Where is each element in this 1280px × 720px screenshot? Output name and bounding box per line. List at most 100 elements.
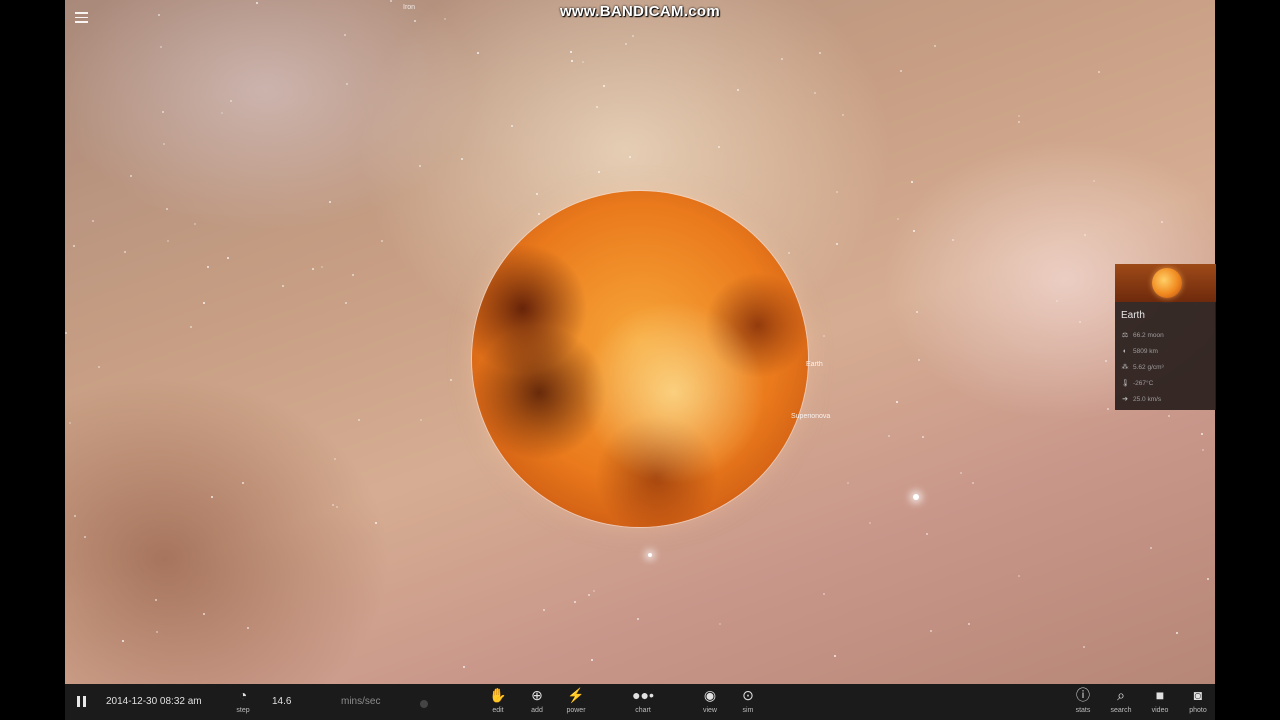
star bbox=[637, 618, 639, 620]
star bbox=[823, 593, 825, 595]
speed-units: mins/sec bbox=[341, 696, 381, 707]
chart-icon: ●●• bbox=[632, 687, 654, 703]
sim-icon: ⊙ bbox=[742, 687, 754, 703]
view-button[interactable]: ◉ view bbox=[697, 684, 723, 714]
star bbox=[65, 332, 67, 334]
star bbox=[596, 106, 598, 108]
star bbox=[73, 245, 75, 247]
orbit-label-earth[interactable]: Earth bbox=[806, 361, 823, 368]
add-button[interactable]: ⊕ add bbox=[524, 684, 550, 714]
add-label: add bbox=[531, 707, 543, 714]
star bbox=[74, 515, 76, 517]
sim-button[interactable]: ⊙ sim bbox=[735, 684, 761, 714]
star bbox=[918, 359, 920, 361]
star bbox=[847, 482, 849, 484]
star bbox=[571, 60, 573, 62]
star bbox=[1079, 321, 1081, 323]
star bbox=[632, 35, 634, 37]
planet-earth[interactable] bbox=[472, 191, 808, 527]
search-label: search bbox=[1110, 707, 1132, 714]
object-stat-row: ⁂ 5.62 g/cm³ bbox=[1121, 359, 1216, 375]
planet-thumbnail-icon bbox=[1152, 268, 1182, 298]
star bbox=[155, 599, 157, 601]
edit-button[interactable]: ✋ edit bbox=[485, 684, 511, 714]
star bbox=[344, 34, 346, 36]
object-stat-row: 🌡 -267°C bbox=[1121, 375, 1216, 391]
video-camera-icon: ■ bbox=[1155, 687, 1165, 703]
star bbox=[414, 20, 416, 22]
star bbox=[463, 666, 465, 668]
temperature-icon: 🌡 bbox=[1121, 380, 1130, 387]
hand-icon: ✋ bbox=[489, 687, 507, 703]
object-stat-value: -267°C bbox=[1133, 379, 1154, 387]
simulation-viewport[interactable]: Iron www.BANDICAM.com Earth Superionova bbox=[65, 0, 1215, 684]
power-icon: ⚡ bbox=[567, 687, 585, 703]
star bbox=[1207, 578, 1209, 580]
speed-slider[interactable] bbox=[420, 700, 428, 708]
pause-button[interactable] bbox=[77, 696, 87, 707]
star bbox=[419, 165, 421, 167]
star bbox=[130, 175, 132, 177]
star bbox=[346, 83, 348, 85]
star bbox=[329, 201, 331, 203]
star bbox=[1098, 71, 1100, 73]
video-button[interactable]: ■ video bbox=[1147, 684, 1173, 714]
object-thumbnail[interactable] bbox=[1115, 264, 1216, 302]
star bbox=[930, 630, 932, 632]
star bbox=[916, 311, 918, 313]
star bbox=[737, 89, 739, 91]
star bbox=[836, 243, 838, 245]
object-name: Earth bbox=[1121, 310, 1145, 321]
star bbox=[603, 85, 605, 87]
power-button[interactable]: ⚡ power bbox=[562, 684, 590, 714]
star bbox=[968, 623, 970, 625]
star bbox=[593, 590, 595, 592]
star bbox=[598, 171, 600, 173]
photo-button[interactable]: ◙ photo bbox=[1185, 684, 1211, 714]
star bbox=[1176, 632, 1178, 634]
star bbox=[536, 193, 538, 195]
star bbox=[98, 366, 100, 368]
star bbox=[869, 522, 871, 524]
chart-button[interactable]: ●●• chart bbox=[629, 684, 657, 714]
star bbox=[1201, 433, 1203, 435]
star bbox=[1084, 234, 1086, 236]
stats-button[interactable]: ⓘ stats bbox=[1070, 684, 1096, 714]
star bbox=[358, 419, 360, 421]
star bbox=[911, 181, 913, 183]
star bbox=[345, 302, 347, 304]
star bbox=[167, 240, 169, 242]
star bbox=[913, 230, 915, 232]
bright-star bbox=[913, 494, 919, 500]
star bbox=[334, 458, 336, 460]
stats-label: stats bbox=[1075, 707, 1091, 714]
star bbox=[629, 156, 631, 158]
star bbox=[1107, 408, 1109, 410]
star bbox=[582, 61, 584, 63]
velocity-icon: ➔ bbox=[1122, 396, 1128, 403]
step-button[interactable]: ◔ step bbox=[231, 684, 255, 714]
object-stat-value: 5.62 g/cm³ bbox=[1133, 363, 1164, 371]
search-button[interactable]: ⌕ search bbox=[1107, 684, 1135, 714]
sim-date: 2014-12-30 08:32 am bbox=[106, 696, 202, 707]
view-label: view bbox=[702, 707, 717, 714]
radius-icon: ◐ bbox=[1122, 347, 1128, 355]
star bbox=[461, 158, 463, 160]
star bbox=[69, 422, 71, 424]
star bbox=[814, 92, 816, 94]
camera-icon: ◙ bbox=[1193, 687, 1203, 703]
object-stat-value: 5809 km bbox=[1133, 347, 1158, 355]
object-stats: ⚖ 66.2 moon ◐ 5809 km ⁂ 5.62 g/cm³ 🌡 -267°C ➔ 25.… bbox=[1115, 321, 1216, 407]
object-stat-row: ⚖ 66.2 moon bbox=[1121, 327, 1216, 343]
star bbox=[352, 274, 354, 276]
star bbox=[1018, 115, 1020, 117]
star bbox=[381, 240, 383, 242]
orbit-label-superionova[interactable]: Superionova bbox=[791, 413, 830, 420]
star bbox=[511, 125, 513, 127]
star bbox=[203, 302, 205, 304]
star bbox=[900, 70, 902, 72]
star bbox=[166, 208, 168, 210]
star bbox=[84, 536, 86, 538]
star bbox=[160, 46, 162, 48]
star bbox=[591, 659, 593, 661]
